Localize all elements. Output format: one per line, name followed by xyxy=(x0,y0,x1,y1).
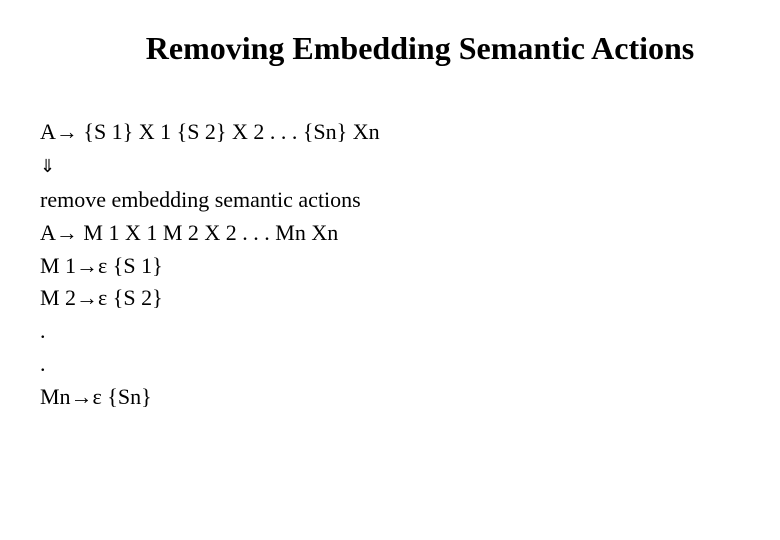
remove-description: remove embedding semantic actions xyxy=(40,185,740,216)
ellipsis-dot-2: . xyxy=(40,349,740,380)
ellipsis-dot-1: . xyxy=(40,316,740,347)
marker-rule-2: M 2→ε {S 2} xyxy=(40,283,740,314)
grammar-rule-original: A→ {S 1} X 1 {S 2} X 2 . . . {Sn} Xn xyxy=(40,117,740,148)
grammar-rule-transformed: A→ M 1 X 1 M 2 X 2 . . . Mn Xn xyxy=(40,218,740,249)
slide-title: Removing Embedding Semantic Actions xyxy=(40,30,740,67)
slide-container: Removing Embedding Semantic Actions A→ {… xyxy=(0,0,780,540)
marker-rule-1: M 1→ε {S 1} xyxy=(40,251,740,282)
marker-rule-n: Mn→ε {Sn} xyxy=(40,382,740,413)
slide-content: A→ {S 1} X 1 {S 2} X 2 . . . {Sn} Xn ⇓ r… xyxy=(40,117,740,413)
down-arrow-icon: ⇓ xyxy=(40,154,740,179)
